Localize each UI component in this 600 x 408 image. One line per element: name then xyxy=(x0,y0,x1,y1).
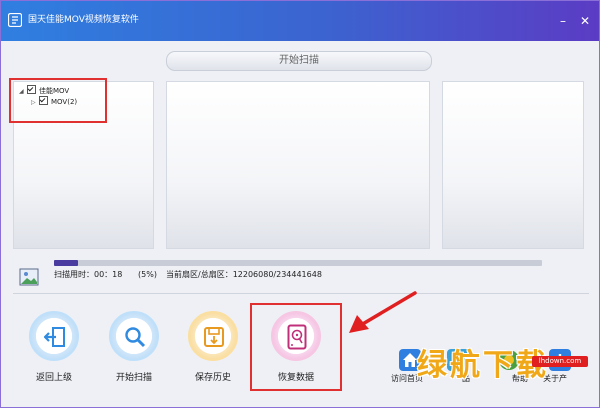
scan-progress-fill xyxy=(54,260,79,266)
app-logo-icon xyxy=(8,13,22,27)
scan-label: 开始扫描 xyxy=(115,373,152,383)
watermark-logo: 绿航下载 xyxy=(417,348,549,383)
save-history-button[interactable]: 保存历史 xyxy=(182,311,244,384)
preview-panel xyxy=(442,81,584,249)
scan-status-title: 开始扫描 xyxy=(166,51,432,71)
back-circle xyxy=(29,311,79,361)
scan-elapsed-time: 扫描用时：00：18 xyxy=(54,270,123,279)
tree-item-label: 佳能MOV xyxy=(39,87,70,95)
window-title: 国天佳能MOV视频恢复软件 xyxy=(28,15,139,25)
back-label: 返回上级 xyxy=(35,373,72,383)
minimize-button[interactable]: – xyxy=(555,13,571,29)
checkbox-icon[interactable] xyxy=(27,85,36,94)
exit-door-icon xyxy=(44,327,65,347)
title-bar: 国天佳能MOV视频恢复软件 – ✕ xyxy=(1,1,599,41)
file-list-panel[interactable] xyxy=(166,81,430,249)
watermark-site: lhdown.com xyxy=(532,356,588,367)
start-scan-button[interactable]: 开始扫描 xyxy=(103,311,165,384)
magnifier-icon xyxy=(125,327,146,348)
scan-percent: (5%) xyxy=(138,270,157,279)
app-window: 国天佳能MOV视频恢复软件 – ✕ 开始扫描 ◢ 佳能MOV ▷ MOV(2) 扫描… xyxy=(0,0,600,408)
save-history-label: 保存历史 xyxy=(194,373,231,383)
checkbox-icon[interactable] xyxy=(39,96,48,105)
pointer-arrow-icon xyxy=(349,291,417,333)
collapse-arrow-icon[interactable]: ▷ xyxy=(31,98,39,108)
image-preview-icon[interactable] xyxy=(19,268,39,286)
save-circle xyxy=(188,311,238,361)
scan-circle xyxy=(109,311,159,361)
tree-item-label: MOV(2) xyxy=(51,98,78,106)
sector-readout: 当前扇区/总扇区：12206080/234441648 xyxy=(166,270,322,279)
floppy-disk-icon xyxy=(204,327,224,347)
scan-progress-bar xyxy=(54,260,542,266)
recover-highlight-box xyxy=(250,303,342,391)
toolbar-divider xyxy=(13,293,589,294)
expand-arrow-icon[interactable]: ◢ xyxy=(19,87,27,97)
tree-item-mov[interactable]: ▷ MOV(2) xyxy=(31,96,77,108)
close-button[interactable]: ✕ xyxy=(577,13,593,29)
back-button[interactable]: 返回上级 xyxy=(23,311,85,384)
